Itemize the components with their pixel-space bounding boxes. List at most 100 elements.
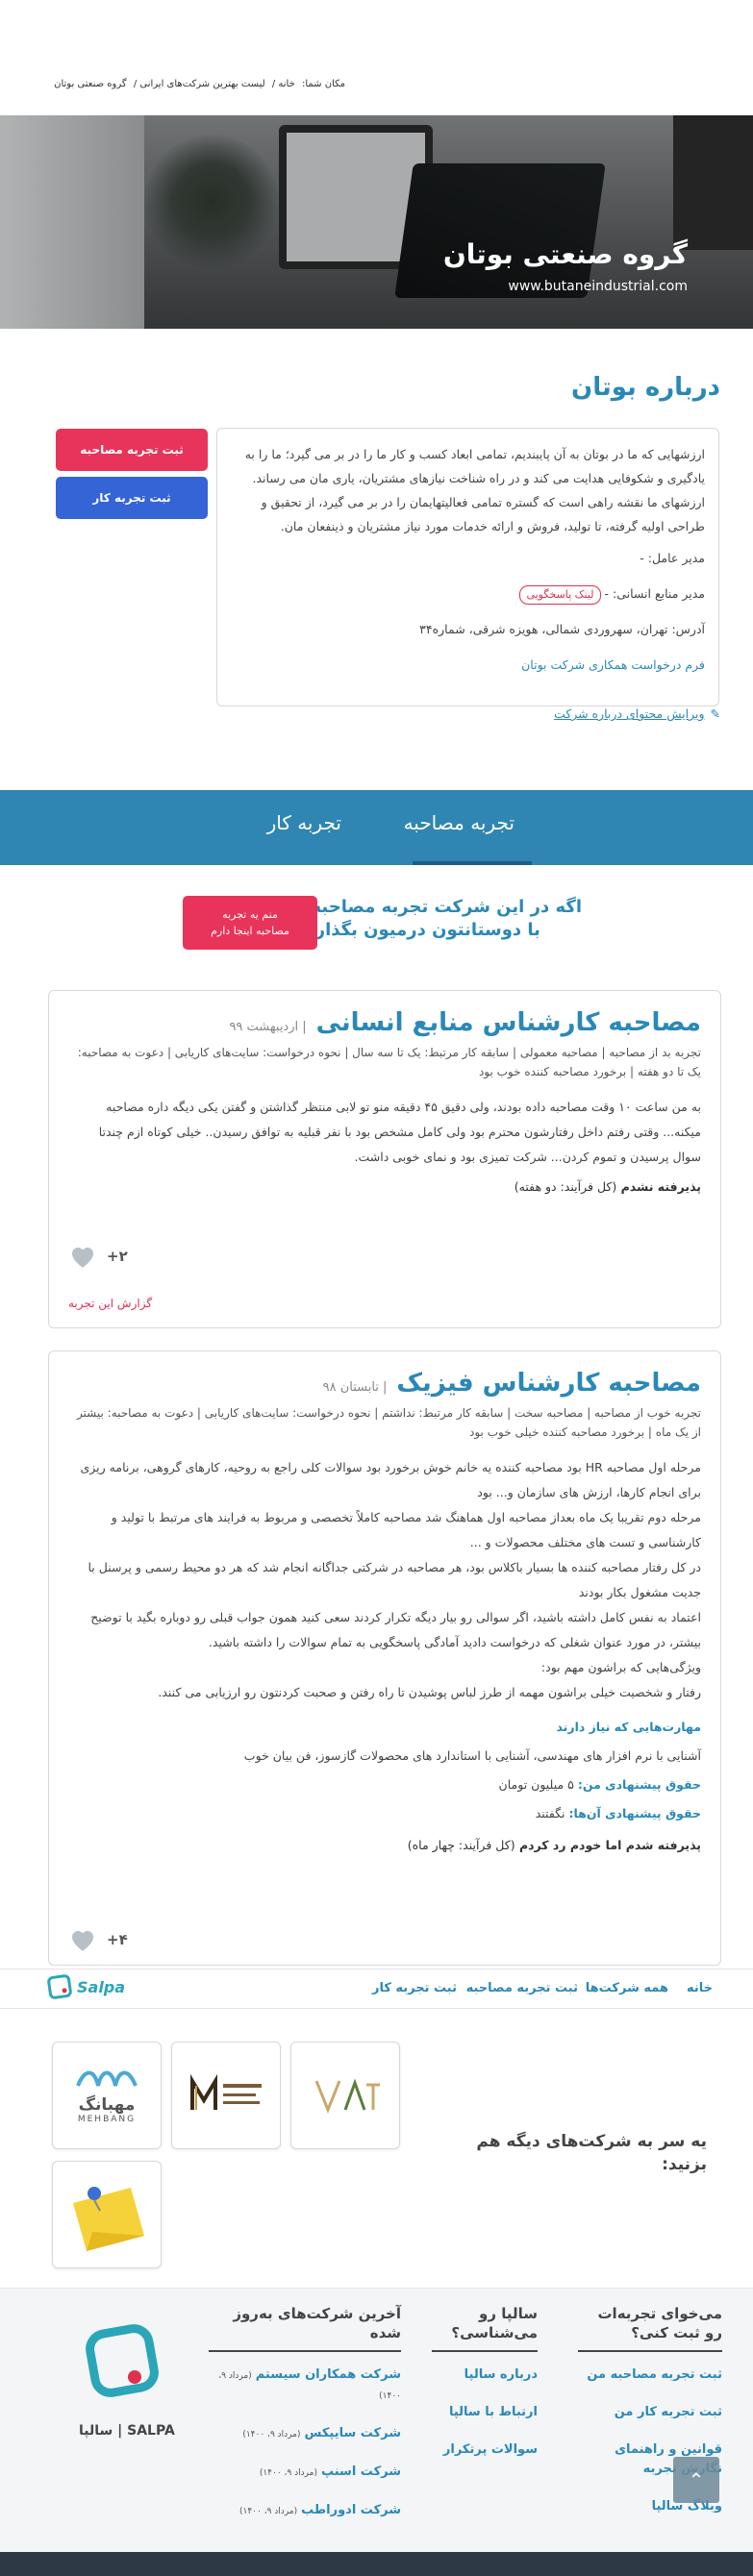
about-description: ارزشهایی که ما در بوتان به آن پایبندیم، … xyxy=(244,447,705,533)
footer-link-submit-work[interactable]: ثبت تجربه کار من xyxy=(578,2403,722,2422)
footer-column-about: سالپا رو می‌شناسی؟ درباره سالپا ارتباط ب… xyxy=(432,2304,538,2478)
m-group-logo-icon xyxy=(190,2073,262,2110)
company-website[interactable]: www.butaneindustrial.com xyxy=(508,279,688,294)
interview-result-detail: (کل فرآیند: دو هفته) xyxy=(514,1179,617,1194)
company-name: گروه صنعتی بوتان xyxy=(442,238,688,270)
breadcrumb-company-list[interactable]: لیست بهترین شرکت‌های ایرانی xyxy=(139,79,264,89)
interview-date: | اردیبهشت ۹۹ xyxy=(229,1020,307,1034)
pencil-icon: ✎ xyxy=(710,706,720,721)
submit-work-button[interactable]: ثبت تجربه کار xyxy=(56,477,208,519)
salary-theirs: حقوق پیشنهادی آن‌ها: نگفتند xyxy=(68,1799,701,1828)
hr-label: مدیر منابع انسانی: - xyxy=(604,586,706,601)
footer-link-faq[interactable]: سوالات پرتکرار xyxy=(432,2440,538,2460)
salpa-logo-icon xyxy=(46,1973,73,2000)
sticky-note-logo-icon xyxy=(73,2187,144,2251)
breadcrumb-current: گروه صنعتی بوتان xyxy=(54,79,127,89)
mehbang-logo-text: مهبانگ xyxy=(78,2095,136,2115)
company-logo-tile[interactable] xyxy=(171,2042,281,2149)
recent-company-date: (مرداد ۹، ۱۴۰۰) xyxy=(259,2468,317,2478)
like-count: +۲ xyxy=(107,1247,128,1265)
like-control[interactable]: +۲ xyxy=(68,1243,128,1269)
footer-bottom-bar xyxy=(0,2552,753,2576)
heart-icon[interactable] xyxy=(68,1243,97,1269)
interview-result-label: پذیرفته نشدم xyxy=(620,1179,701,1194)
company-logo-tile[interactable]: مهبانگ MEHBANG xyxy=(52,2042,162,2149)
response-link[interactable]: لینک پاسخگویی xyxy=(519,585,601,605)
interview-date: | تابستان ۹۸ xyxy=(322,1380,388,1395)
salpa-footer-logo-icon xyxy=(86,2324,159,2397)
recent-company-link[interactable]: شرکت سایپکس xyxy=(304,2426,401,2440)
footer-link-contact[interactable]: ارتباط با سالپا xyxy=(432,2403,538,2422)
skills-title: مهارت‌هایی که نیاز دارند xyxy=(556,1720,701,1734)
footer-brand: SALPA | سالپا xyxy=(79,2423,175,2439)
bottom-nav-submit-work[interactable]: ثبت تجربه کار xyxy=(372,1981,457,1995)
interview-result: پذیرفته شدم اما خودم رد کردم (کل فرآیند:… xyxy=(68,1838,701,1852)
salpa-logo[interactable]: Salpa xyxy=(46,1973,125,2000)
company-logo-tile[interactable] xyxy=(52,2161,162,2268)
edit-about-label: ویرایش محتوای درباره شرکت xyxy=(553,706,705,721)
tab-interview[interactable]: تجربه مصاحبه xyxy=(404,811,515,834)
heart-icon[interactable] xyxy=(68,1926,97,1952)
hero-overlay xyxy=(0,115,753,329)
interview-body: به من ساعت ۱۰ وقت مصاحبه داده بودند، ولی… xyxy=(98,1100,701,1164)
bottom-nav-home[interactable]: خانه xyxy=(687,1981,713,1995)
mehbang-logo: مهبانگ MEHBANG xyxy=(73,2067,140,2124)
mehbang-logo-icon xyxy=(76,2070,138,2087)
like-control[interactable]: +۴ xyxy=(68,1926,128,1952)
interview-card: مصاحبه کارشناس منابع انسانی | اردیبهشت ۹… xyxy=(48,990,721,1328)
interview-title[interactable]: مصاحبه کارشناس فیزیک xyxy=(396,1369,701,1398)
hr-row: مدیر منابع انسانی: - لینک پاسخگویی xyxy=(231,582,705,606)
breadcrumb-prefix: مکان شما: xyxy=(301,79,345,89)
recent-company-link[interactable]: شرکت همکاران سیستم xyxy=(256,2367,401,2382)
recent-company-link[interactable]: شرکت ادوراطب xyxy=(301,2503,401,2517)
active-tab-indicator xyxy=(413,861,532,865)
recent-company-date: (مرداد ۹، ۱۴۰۰) xyxy=(242,2430,301,2440)
about-box: ارزشهایی که ما در بوتان به آن پایبندیم، … xyxy=(216,428,719,706)
recent-company-item: شرکت همکاران سیستم(مرداد ۹، ۱۴۰۰) xyxy=(209,2365,401,2406)
bottom-nav: خانه همه شرکت‌ها ثبت تجربه مصاحبه ثبت تج… xyxy=(0,1969,753,2009)
bottom-nav-all-companies[interactable]: همه شرکت‌ها xyxy=(586,1981,668,1995)
experience-tabs: تجربه مصاحبه تجربه کار xyxy=(0,790,753,865)
interview-body-line: رفتار و شخصیت خیلی براشون مهمه از طرز لب… xyxy=(158,1685,701,1699)
interview-body: مرحله اول مصاحبه HR بود مصاحبه کننده یه … xyxy=(68,1455,702,1705)
company-logo-tile[interactable] xyxy=(290,2042,400,2149)
footer-column-title: سالپا رو می‌شناسی؟ xyxy=(432,2304,538,2352)
salary-mine-value: ۵ میلیون تومان xyxy=(498,1777,574,1792)
interview-body-line: مرحله اول مصاحبه HR بود مصاحبه کننده یه … xyxy=(80,1460,702,1499)
footer-column-title: می‌خوای تجربه‌ات رو ثبت کنی؟ xyxy=(578,2304,722,2352)
other-companies-title: یه سر به شرکت‌های دیگه هم بزنید: xyxy=(476,2132,707,2174)
recent-company-item: شرکت ادوراطب(مرداد ۹، ۱۴۰۰) xyxy=(209,2501,401,2521)
salary-mine: حقوق پیشنهادی من: ۵ میلیون تومان xyxy=(68,1771,701,1799)
bottom-nav-submit-interview[interactable]: ثبت تجربه مصاحبه xyxy=(466,1981,578,1995)
interview-body-line: ویژگی‌هایی که براشون مهم بود: xyxy=(540,1660,701,1674)
recent-company-item: شرکت اسنپ (مرداد ۹، ۱۴۰۰) xyxy=(209,2463,401,2483)
partner-request-link[interactable]: فرم درخواست همکاری شرکت بوتان xyxy=(521,657,705,672)
submit-interview-button[interactable]: ثبت تجربه مصاحبه xyxy=(56,429,208,471)
like-count: +۴ xyxy=(107,1930,128,1948)
interview-meta: تجربه بد از مصاحبه | مصاحبه معمولی | ساب… xyxy=(77,1046,701,1078)
edit-about-link[interactable]: ✎ ویرایش محتوای درباره شرکت xyxy=(554,706,720,721)
mehbang-logo-subtext: MEHBANG xyxy=(77,2115,137,2124)
recent-company-link[interactable]: شرکت اسنپ xyxy=(321,2465,401,2479)
breadcrumb-separator: / xyxy=(133,79,138,89)
interview-body-line: در کل رفتار مصاحبه کننده ها بسیار باکلاس… xyxy=(88,1560,702,1599)
footer-link-submit-interview[interactable]: ثبت تجربه مصاحبه من xyxy=(578,2365,722,2385)
add-my-interview-button[interactable]: منم یه تجربه مصاحبه اینجا دارم xyxy=(183,896,317,950)
interview-card: مصاحبه کارشناس فیزیک | تابستان ۹۸ تجربه … xyxy=(48,1350,721,1966)
ceo-row: مدیر عامل: - xyxy=(640,551,705,565)
interview-title[interactable]: مصاحبه کارشناس منابع انسانی xyxy=(316,1008,701,1037)
footer-column-recent-companies: آخرین شرکت‌های به‌روز شده شرکت همکاران س… xyxy=(209,2304,401,2539)
breadcrumb-home[interactable]: خانه xyxy=(278,79,294,89)
add-my-interview-line2: مصاحبه اینجا دارم xyxy=(211,925,289,937)
scroll-to-top-button[interactable]: ⌃ xyxy=(673,2457,719,2503)
footer-column-title: آخرین شرکت‌های به‌روز شده xyxy=(209,2304,401,2352)
skills-value: آشنایی با نرم افزار های مهندسی، آشنایی ب… xyxy=(243,1748,701,1763)
breadcrumb: مکان شما: خانه / لیست بهترین شرکت‌های ای… xyxy=(50,79,345,89)
vat-logo-icon xyxy=(314,2078,380,2115)
interview-result-label: پذیرفته شدم اما خودم رد کردم xyxy=(518,1838,701,1852)
address-row: آدرس: تهران، سهروردی شمالی، هویزه شرقی، … xyxy=(419,622,705,636)
tab-work[interactable]: تجربه کار xyxy=(267,811,341,834)
footer-link-about[interactable]: درباره سالپا xyxy=(432,2365,538,2385)
salary-theirs-value: نگفتند xyxy=(535,1806,565,1821)
report-experience-link[interactable]: گزارش این تجربه xyxy=(68,1297,152,1310)
